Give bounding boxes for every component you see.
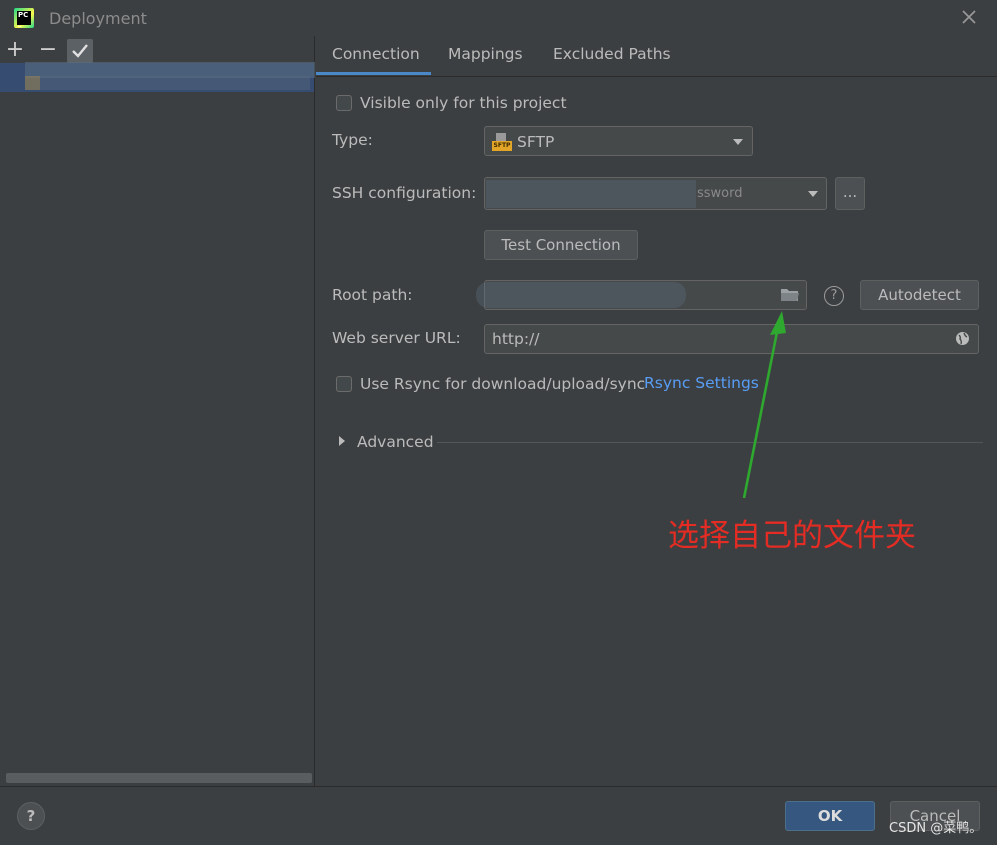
folder-icon[interactable] — [780, 287, 800, 303]
close-icon[interactable] — [960, 8, 978, 26]
window-title: Deployment — [49, 9, 147, 28]
tab-mappings[interactable]: Mappings — [448, 45, 523, 63]
ssh-value-redacted — [486, 180, 696, 208]
chevron-right-icon[interactable] — [338, 435, 346, 447]
advanced-divider — [437, 442, 983, 443]
ok-button[interactable]: OK — [785, 801, 875, 831]
sftp-icon: SFTP — [492, 133, 512, 151]
set-default-button[interactable] — [67, 39, 93, 63]
web-server-url-label: Web server URL: — [332, 329, 461, 347]
checkmark-icon — [72, 44, 88, 58]
horizontal-scrollbar[interactable] — [6, 773, 312, 783]
use-rsync-label: Use Rsync for download/upload/sync — [360, 375, 646, 393]
root-path-label: Root path: — [332, 286, 413, 304]
ssh-configuration-label: SSH configuration: — [332, 184, 477, 202]
advanced-section-toggle[interactable]: Advanced — [357, 433, 434, 451]
title-bar — [0, 0, 997, 36]
globe-icon[interactable] — [955, 331, 970, 346]
add-server-button[interactable]: + — [4, 39, 26, 62]
server-list-panel — [0, 36, 315, 786]
help-icon[interactable]: ? — [824, 286, 844, 306]
server-type-icon — [25, 76, 40, 90]
ssh-config-browse-button[interactable]: ... — [835, 177, 865, 210]
test-connection-button[interactable]: Test Connection — [484, 230, 638, 260]
web-server-url-value: http:// — [492, 330, 540, 348]
pycharm-logo-icon: PC _ — [14, 8, 34, 28]
watermark-text: CSDN @菜鸭。 — [889, 821, 983, 836]
server-name-redacted — [40, 76, 310, 90]
tab-connection[interactable]: Connection — [332, 45, 420, 63]
root-path-value-redacted — [476, 282, 686, 308]
active-tab-indicator — [316, 72, 431, 75]
type-value: SFTP — [517, 133, 555, 151]
visible-only-label: Visible only for this project — [360, 94, 567, 112]
ssh-value-suffix: ssword — [697, 186, 743, 201]
chevron-down-icon — [808, 191, 818, 197]
help-button[interactable]: ? — [17, 802, 45, 830]
annotation-arrow-icon — [742, 311, 786, 499]
remove-server-button[interactable]: − — [37, 39, 59, 62]
tab-excluded-paths[interactable]: Excluded Paths — [553, 45, 671, 63]
type-label: Type: — [332, 131, 373, 149]
chevron-down-icon — [733, 139, 743, 145]
visible-only-checkbox[interactable] — [336, 95, 352, 111]
autodetect-button[interactable]: Autodetect — [860, 280, 979, 310]
annotation-text: 选择自己的文件夹 — [668, 518, 916, 554]
use-rsync-checkbox[interactable] — [336, 376, 352, 392]
